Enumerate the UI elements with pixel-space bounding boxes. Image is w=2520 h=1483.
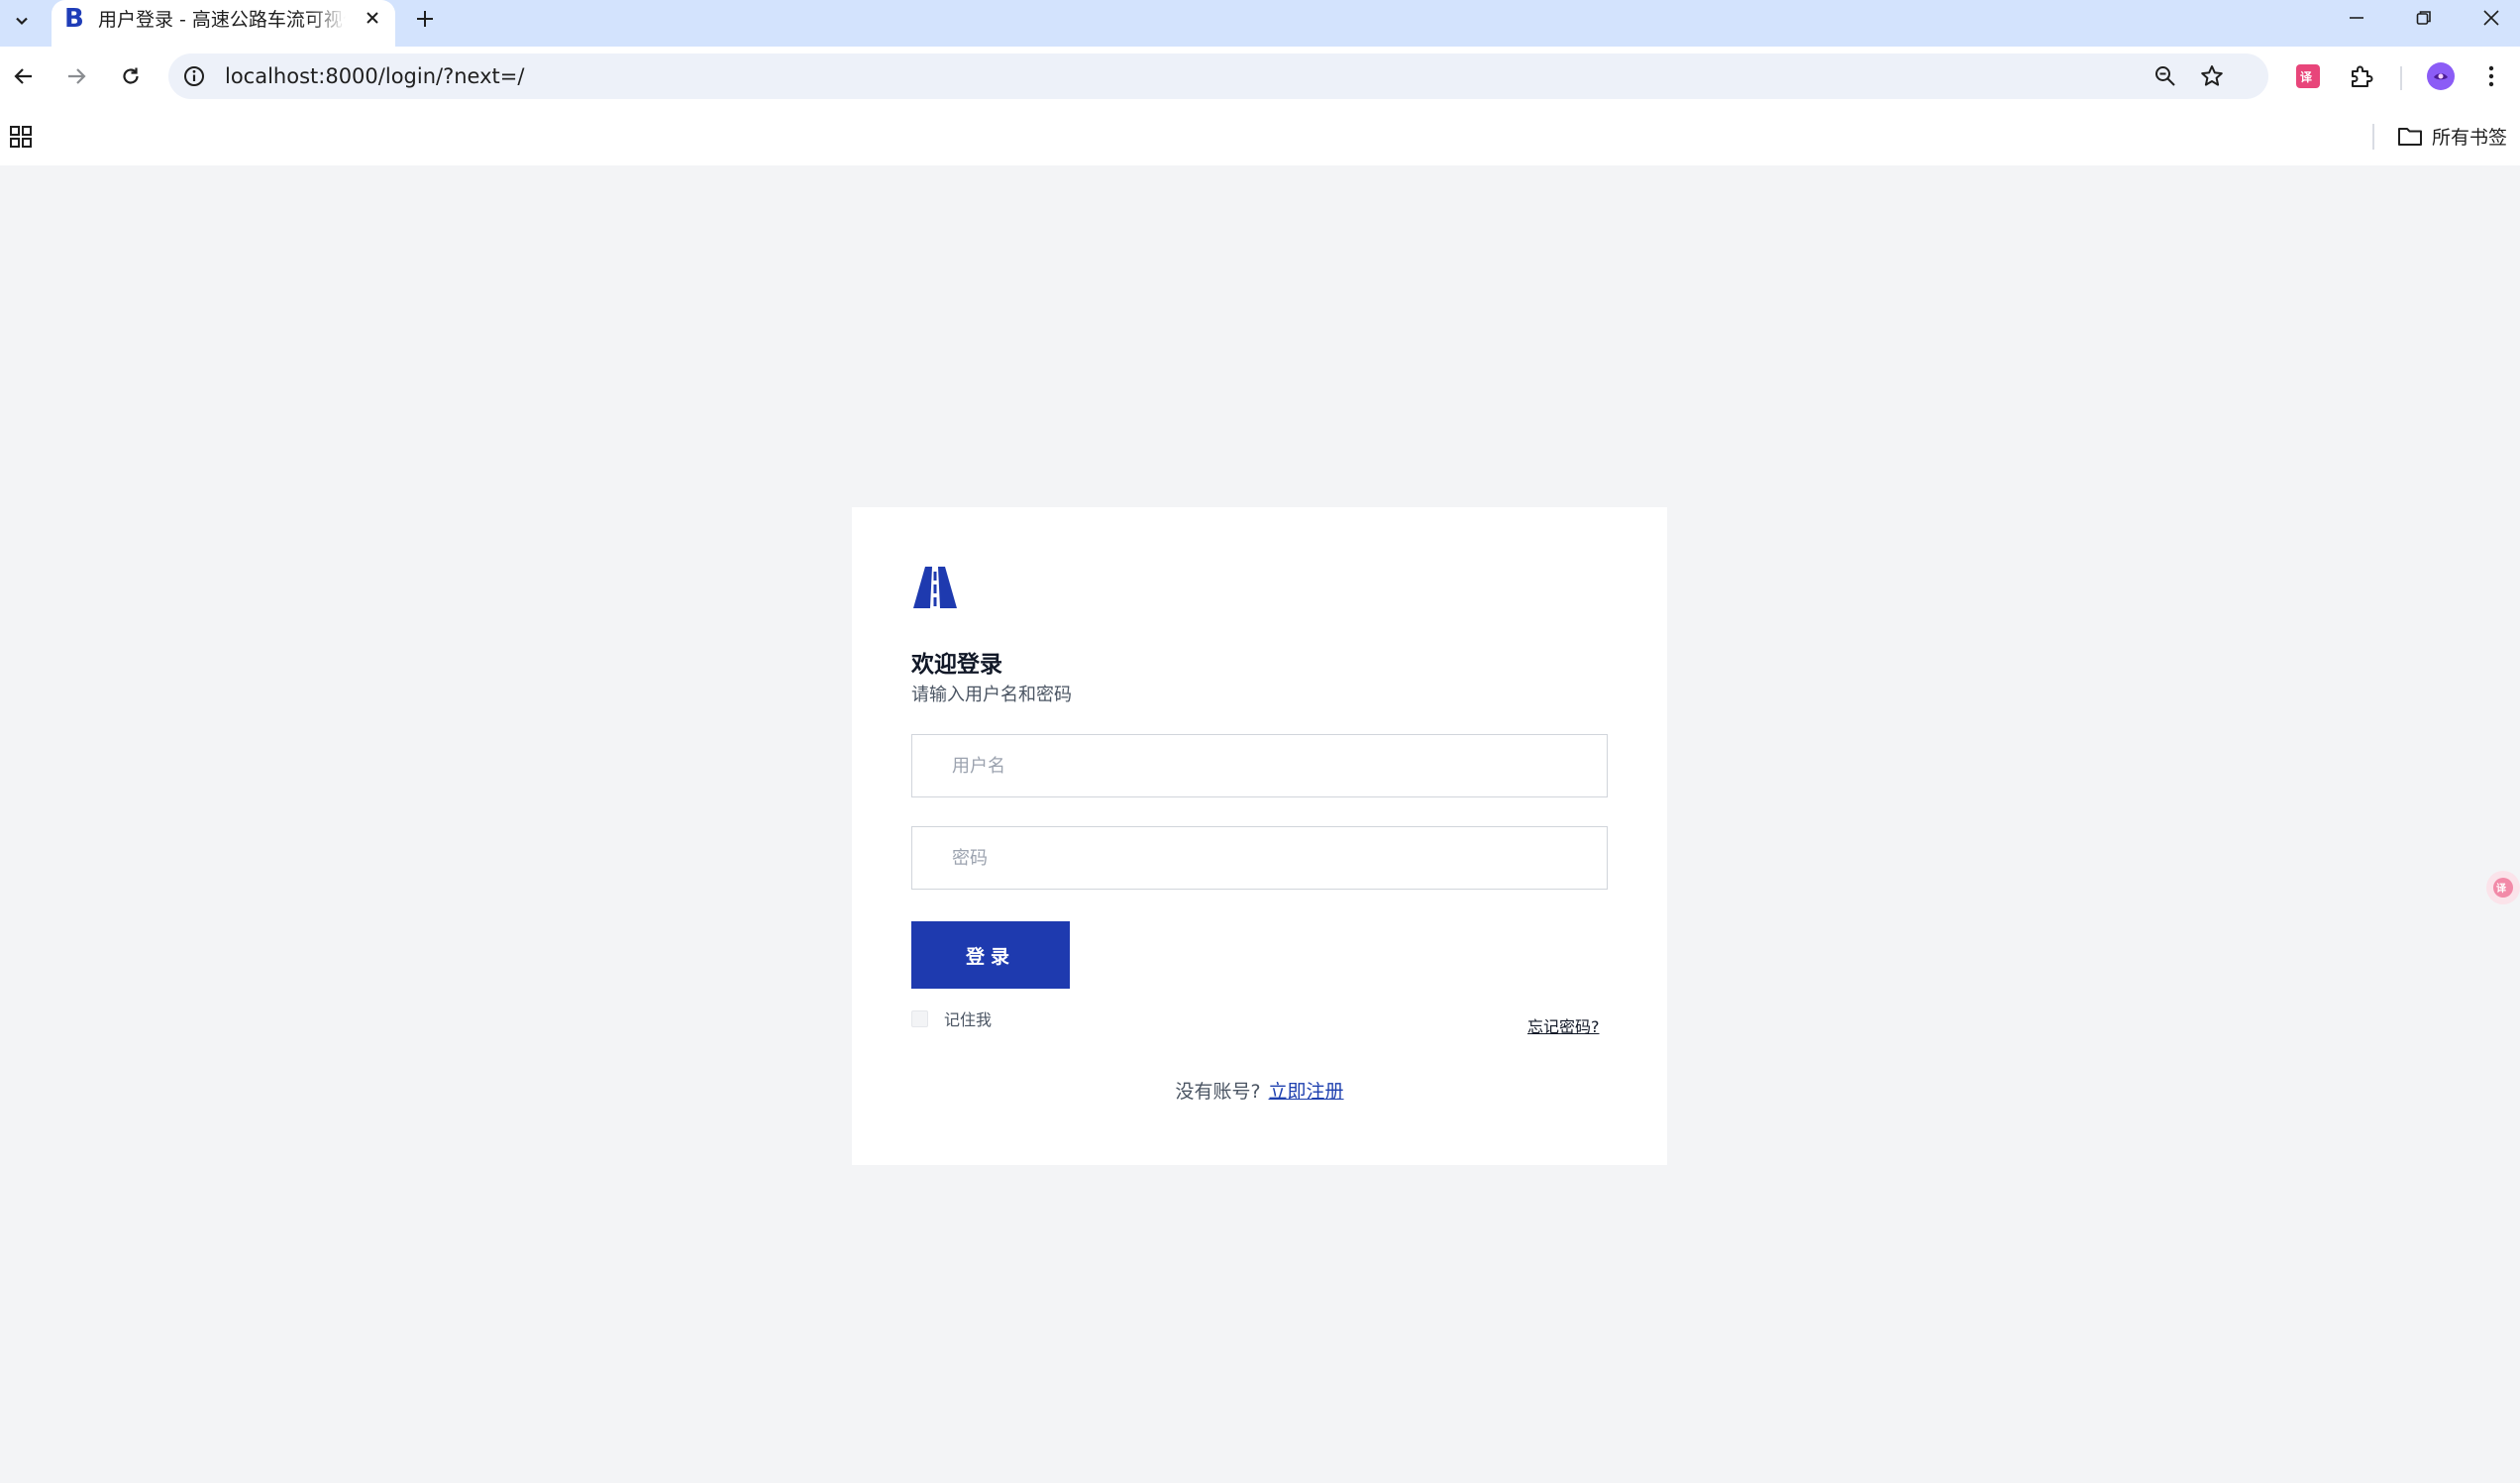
toolbar-separator bbox=[2400, 66, 2402, 90]
login-card: 欢迎登录 请输入用户名和密码 登录 记住我 忘记密码? 没有账号? 立即注册 bbox=[852, 507, 1667, 1165]
close-icon bbox=[2483, 10, 2499, 26]
register-link[interactable]: 立即注册 bbox=[1269, 1081, 1344, 1103]
extensions-button[interactable] bbox=[2347, 61, 2376, 91]
tab-close-button[interactable] bbox=[360, 5, 385, 31]
restore-button[interactable] bbox=[2393, 0, 2455, 36]
login-title: 欢迎登录 bbox=[911, 652, 1002, 678]
folder-icon bbox=[2398, 128, 2422, 146]
tab-favicon: B bbox=[64, 4, 84, 34]
all-bookmarks-label: 所有书签 bbox=[2432, 126, 2508, 149]
more-vertical-icon bbox=[2488, 65, 2494, 87]
login-subtitle: 请输入用户名和密码 bbox=[911, 685, 1072, 705]
tab-title: 用户登录 - 高速公路车流可视化 bbox=[98, 9, 346, 31]
login-button[interactable]: 登录 bbox=[911, 921, 1070, 989]
remember-me-checkbox[interactable] bbox=[911, 1009, 928, 1027]
svg-text:译: 译 bbox=[2496, 882, 2507, 895]
chevron-down-icon bbox=[15, 17, 28, 26]
remember-me-label: 记住我 bbox=[944, 1010, 993, 1029]
no-account-text: 没有账号? bbox=[1175, 1081, 1261, 1103]
bookmarks-bar: 所有书签 bbox=[0, 106, 2520, 165]
bookmark-star-icon[interactable] bbox=[2199, 63, 2225, 89]
username-input[interactable] bbox=[911, 734, 1608, 797]
tab-search-button[interactable] bbox=[3, 4, 40, 38]
reload-button[interactable] bbox=[109, 54, 153, 98]
avatar-icon bbox=[2427, 62, 2455, 90]
active-tab[interactable]: B 用户登录 - 高速公路车流可视化 bbox=[52, 0, 395, 47]
address-bar[interactable]: localhost:8000/login/?next=/ bbox=[168, 53, 2268, 99]
register-prompt: 没有账号? 立即注册 bbox=[852, 1077, 1667, 1104]
all-bookmarks-button[interactable]: 所有书签 bbox=[2397, 120, 2507, 152]
forward-button[interactable] bbox=[54, 54, 98, 98]
translate-icon: 译 bbox=[2296, 64, 2320, 88]
password-input[interactable] bbox=[911, 826, 1608, 890]
arrow-right-icon bbox=[68, 68, 86, 84]
remember-me[interactable]: 记住我 bbox=[911, 1006, 992, 1030]
floating-translate-button[interactable]: 译 bbox=[2486, 871, 2520, 904]
minimize-icon bbox=[2350, 17, 2363, 19]
profile-avatar-button[interactable] bbox=[2426, 61, 2456, 91]
highway-logo-icon bbox=[913, 567, 957, 608]
minimize-button[interactable] bbox=[2326, 0, 2387, 36]
browser-toolbar: localhost:8000/login/?next=/ 译 bbox=[0, 47, 2520, 106]
apps-grid-icon[interactable] bbox=[8, 124, 34, 150]
translate-icon: 译 bbox=[2493, 878, 2513, 898]
forgot-password-link[interactable]: 忘记密码? bbox=[1527, 1013, 1600, 1037]
restore-icon bbox=[2416, 11, 2431, 25]
arrow-left-icon bbox=[14, 68, 32, 84]
svg-text:译: 译 bbox=[2300, 70, 2313, 84]
url-text[interactable]: localhost:8000/login/?next=/ bbox=[225, 64, 524, 88]
info-icon[interactable] bbox=[182, 64, 206, 88]
close-icon bbox=[367, 12, 378, 24]
back-button[interactable] bbox=[2, 54, 46, 98]
zoom-icon[interactable] bbox=[2152, 63, 2178, 89]
reload-icon bbox=[123, 67, 139, 84]
bookmarks-separator bbox=[2372, 124, 2374, 150]
browser-menu-button[interactable] bbox=[2476, 61, 2506, 91]
browser-tab-bar: B 用户登录 - 高速公路车流可视化 bbox=[0, 0, 2520, 47]
close-window-button[interactable] bbox=[2461, 0, 2520, 36]
puzzle-icon bbox=[2352, 65, 2373, 87]
translate-extension-button[interactable]: 译 bbox=[2293, 61, 2323, 91]
page-content: 欢迎登录 请输入用户名和密码 登录 记住我 忘记密码? 没有账号? 立即注册 译 bbox=[0, 165, 2520, 1483]
new-tab-button[interactable] bbox=[410, 2, 440, 36]
plus-icon bbox=[417, 11, 433, 27]
